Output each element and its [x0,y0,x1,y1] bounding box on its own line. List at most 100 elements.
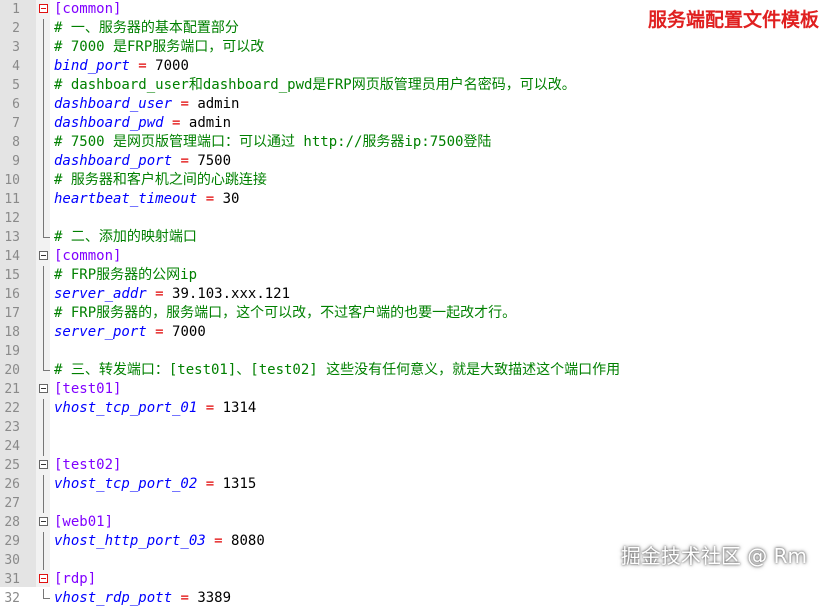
code-line[interactable]: 31 [rdp] [0,570,825,589]
key-value-pair: vhost_tcp_port_01 = 1314 [54,399,256,418]
line-number: 28 [4,515,20,530]
line-number: 18 [4,325,20,340]
section-header: [common] [54,247,121,266]
comment-text: # FRP服务器的，服务端口，这个可以改，不过客户端的也要一起改才行。 [54,305,517,321]
code-line[interactable]: 10 # 服务器和客户机之间的心跳连接 [0,171,825,190]
code-line[interactable]: 8 # 7500 是网页版管理端口：可以通过 http://服务器ip:7500登… [0,133,825,152]
code-line[interactable]: 5 # dashboard_user和dashboard_pwd是FRP网页版管理… [0,76,825,95]
fold-guide [43,475,44,494]
line-number: 12 [4,211,20,226]
fold-toggle-icon[interactable] [39,460,48,469]
code-line[interactable]: 25 [test02] [0,456,825,475]
code-line[interactable]: 16 server_addr = 39.103.xxx.121 [0,285,825,304]
config-key: vhost_tcp_port_02 [54,476,198,492]
comment-line: # 一、服务器的基本配置部分 [54,19,239,38]
code-line[interactable]: 18 server_port = 7000 [0,323,825,342]
code-line[interactable]: 19 [0,342,825,361]
line-number: 13 [4,230,20,245]
code-line[interactable]: 4 bind_port = 7000 [0,57,825,76]
config-value: 7500 [197,153,232,169]
line-number: 26 [4,477,20,492]
code-line[interactable]: 9 dashboard_port = 7500 [0,152,825,171]
code-line[interactable]: 32 vhost_rdp_pott = 3389 [0,589,825,608]
section-header: [web01] [54,513,113,532]
fold-toggle-icon[interactable] [39,574,48,583]
line-number: 11 [4,192,20,207]
code-editor[interactable]: 1 [common] 2 # 一、服务器的基本配置部分 3 # 7000 是FRP服务端口… [0,0,825,606]
fold-toggle-icon[interactable] [39,384,48,393]
code-line[interactable]: 24 [0,437,825,456]
code-line[interactable]: 7 dashboard_pwd = admin [0,114,825,133]
config-key: heartbeat_timeout [54,191,198,207]
config-key: dashboard_pwd [54,115,164,131]
line-number: 29 [4,534,20,549]
fold-toggle-icon[interactable] [39,4,48,13]
section-header: [test02] [54,456,121,475]
code-line[interactable]: 26 vhost_tcp_port_02 = 1315 [0,475,825,494]
config-value: 30 [222,191,240,207]
key-value-pair: dashboard_user = admin [54,95,239,114]
code-line[interactable]: 3 # 7000 是FRP服务端口，可以改 [0,38,825,57]
fold-guide [43,418,44,437]
equals-sign: = [180,96,189,112]
line-number: 23 [4,420,20,435]
code-line[interactable]: 20 # 三、转发端口：[test01]、[test02] 这些没有任何意义，就是… [0,361,825,380]
comment-text: # 7000 是FRP服务端口，可以改 [54,39,265,55]
fold-guide [43,38,44,57]
line-number: 10 [4,173,20,188]
key-value-pair: vhost_rdp_pott = 3389 [54,589,231,608]
fold-guide [43,19,44,38]
key-value-pair: bind_port = 7000 [54,57,189,76]
line-number: 2 [12,21,20,36]
section-name: [web01] [54,514,114,530]
fold-guide [43,190,44,209]
code-line[interactable]: 22 vhost_tcp_port_01 = 1314 [0,399,825,418]
line-number: 20 [4,363,20,378]
line-number: 16 [4,287,20,302]
fold-guide [43,285,44,304]
line-number: 1 [12,2,20,17]
key-value-pair: vhost_http_port_03 = 8080 [54,532,265,551]
code-line[interactable]: 17 # FRP服务器的，服务端口，这个可以改，不过客户端的也要一起改才行。 [0,304,825,323]
code-line[interactable]: 15 # FRP服务器的公网ip [0,266,825,285]
line-number: 9 [12,154,20,169]
key-value-pair: server_port = 7000 [54,323,206,342]
equals-sign: = [205,476,215,492]
fold-guide [43,399,44,418]
comment-text: # FRP服务器的公网ip [54,267,198,283]
config-key: server_addr [54,286,147,302]
comment-text: # 三、转发端口：[test01]、[test02] 这些没有任何意义，就是大致… [54,362,621,378]
comment-line: # dashboard_user和dashboard_pwd是FRP网页版管理员… [54,76,576,95]
fold-guide [43,323,44,342]
section-name: [common] [54,248,122,264]
line-number: 19 [4,344,20,359]
comment-text: # 服务器和客户机之间的心跳连接 [54,172,267,188]
equals-sign: = [172,115,181,131]
fold-toggle-icon[interactable] [39,517,48,526]
code-line[interactable]: 14 [common] [0,247,825,266]
title-watermark: 服务端配置文件模板 [647,9,819,31]
comment-text: # dashboard_user和dashboard_pwd是FRP网页版管理员… [54,77,576,93]
code-line[interactable]: 11 heartbeat_timeout = 30 [0,190,825,209]
config-key: vhost_rdp_pott [54,590,173,606]
code-line[interactable]: 27 [0,494,825,513]
fold-guide [43,532,44,551]
config-value: 1314 [222,400,257,416]
code-line[interactable]: 13 # 二、添加的映射端口 [0,228,825,247]
code-line[interactable]: 28 [web01] [0,513,825,532]
fold-toggle-icon[interactable] [39,251,48,260]
code-line[interactable]: 21 [test01] [0,380,825,399]
comment-line: # FRP服务器的公网ip [54,266,197,285]
fold-guide [43,57,44,76]
equals-sign: = [155,324,164,340]
section-header: [rdp] [54,570,96,589]
fold-guide [43,304,44,323]
comment-line: # 7500 是网页版管理端口：可以通过 http://服务器ip:7500登陆 [54,133,491,152]
code-line[interactable]: 12 [0,209,825,228]
fold-guide [43,152,44,171]
comment-line: # 7000 是FRP服务端口，可以改 [54,38,264,57]
config-value: admin [188,115,232,131]
code-line[interactable]: 23 [0,418,825,437]
code-line[interactable]: 6 dashboard_user = admin [0,95,825,114]
fold-guide [43,494,44,513]
